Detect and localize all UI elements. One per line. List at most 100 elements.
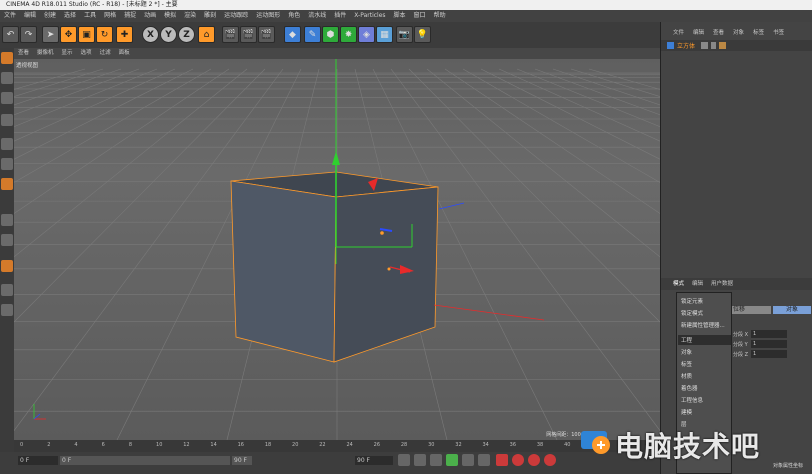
menu-item[interactable]: 工具 <box>84 12 96 19</box>
texture-mode-icon[interactable] <box>1 92 13 104</box>
end-frame-field[interactable]: 90 F <box>355 456 393 465</box>
layer-icon[interactable] <box>701 42 708 49</box>
preview-end-field[interactable]: 90 F <box>232 456 252 465</box>
object-manager-menu-item[interactable]: 书签 <box>773 30 784 36</box>
menu-item[interactable]: 运动跟踪 <box>224 12 248 19</box>
attribute-tab[interactable]: 编辑 <box>692 281 703 287</box>
phong-tag-icon[interactable] <box>719 42 726 49</box>
object-manager-menu-item[interactable]: 文件 <box>673 30 684 36</box>
axis-y-icon[interactable]: Y <box>160 26 177 43</box>
model-mode-icon[interactable] <box>1 72 13 84</box>
context-menu-item[interactable]: 材质 <box>681 372 692 380</box>
points-mode-icon[interactable] <box>1 138 13 150</box>
camera-icon[interactable]: 📷 <box>396 26 413 43</box>
rotate-tool-icon[interactable]: ↻ <box>96 26 113 43</box>
context-menu-item[interactable]: 对象 <box>681 348 692 356</box>
visibility-dots-icon[interactable] <box>711 42 716 49</box>
previous-key-icon[interactable] <box>414 454 426 466</box>
play-icon[interactable] <box>446 454 458 466</box>
coordinate-system-icon[interactable]: ⌂ <box>198 26 215 43</box>
render-view-icon[interactable]: 🎬 <box>222 26 239 43</box>
tweak-mode-icon[interactable] <box>1 234 13 246</box>
keyframe-selection-icon[interactable] <box>528 454 540 466</box>
render-settings-icon[interactable]: 🎬 <box>258 26 275 43</box>
autokey-icon[interactable] <box>512 454 524 466</box>
viewport-menu-item[interactable]: 过滤 <box>100 50 111 56</box>
menu-item[interactable]: 渲染 <box>184 12 196 19</box>
menu-item[interactable]: 插件 <box>334 12 346 19</box>
deformer-icon[interactable]: ◈ <box>358 26 375 43</box>
menu-item[interactable]: 运动图形 <box>256 12 280 19</box>
context-menu-item[interactable]: 锁定元素 <box>681 297 703 305</box>
light-icon[interactable]: 💡 <box>414 26 431 43</box>
menu-item[interactable]: 文件 <box>4 12 16 19</box>
viewport-menu-item[interactable]: 显示 <box>62 50 73 56</box>
axis-z-icon[interactable]: Z <box>178 26 195 43</box>
help-icon[interactable] <box>544 454 556 466</box>
segment-value-field[interactable]: 1 <box>751 340 787 348</box>
previous-frame-icon[interactable] <box>430 454 442 466</box>
context-menu-item[interactable]: 建模 <box>681 408 692 416</box>
subdivision-icon[interactable]: ⬢ <box>322 26 339 43</box>
planar-workplane-icon[interactable] <box>1 304 13 316</box>
attr-tab-object[interactable]: 对象 <box>773 306 811 314</box>
preview-range-slider[interactable]: 0 F <box>60 456 230 465</box>
next-frame-icon[interactable] <box>462 454 474 466</box>
object-manager-menu-item[interactable]: 标签 <box>753 30 764 36</box>
menu-item[interactable]: 窗口 <box>414 12 426 19</box>
menu-item[interactable]: 模拟 <box>164 12 176 19</box>
object-manager-menu-item[interactable]: 对象 <box>733 30 744 36</box>
floor-icon[interactable]: ▦ <box>376 26 393 43</box>
timeline-ruler[interactable]: 0246810121416182022242628303234363840424… <box>14 440 660 452</box>
segment-value-field[interactable]: 1 <box>751 330 787 338</box>
context-menu-item[interactable]: 标签 <box>681 360 692 368</box>
make-editable-icon[interactable] <box>1 52 13 64</box>
context-menu-item[interactable]: 新建属性管理器... <box>681 321 725 329</box>
viewport-menu-item[interactable]: 面板 <box>119 50 130 56</box>
polygons-mode-icon[interactable] <box>1 178 13 190</box>
go-to-start-icon[interactable] <box>398 454 410 466</box>
snap-icon[interactable] <box>1 260 13 272</box>
menu-item[interactable]: 捕捉 <box>124 12 136 19</box>
menu-item[interactable]: 脚本 <box>394 12 406 19</box>
pen-spline-icon[interactable]: ✎ <box>304 26 321 43</box>
array-icon[interactable]: ✸ <box>340 26 357 43</box>
menu-item[interactable]: 选择 <box>64 12 76 19</box>
menu-item[interactable]: X-Particles <box>354 12 385 19</box>
edges-mode-icon[interactable] <box>1 158 13 170</box>
menu-item[interactable]: 雕刻 <box>204 12 216 19</box>
attr-tab-coords[interactable]: 位移 <box>729 306 771 314</box>
menu-item[interactable]: 角色 <box>288 12 300 19</box>
context-menu-item[interactable]: 着色器 <box>681 384 698 392</box>
render-picture-viewer-icon[interactable]: 🎬 <box>240 26 257 43</box>
menu-item[interactable]: 动画 <box>144 12 156 19</box>
segment-value-field[interactable]: 1 <box>751 350 787 358</box>
object-row[interactable]: 立方体 <box>661 40 812 51</box>
menu-item[interactable]: 帮助 <box>434 12 446 19</box>
attribute-tab[interactable]: 用户数据 <box>711 281 733 287</box>
axis-x-icon[interactable]: X <box>142 26 159 43</box>
gizmo-y-arrow[interactable] <box>332 151 340 165</box>
lock-workplane-icon[interactable] <box>1 284 13 296</box>
go-to-end-icon[interactable] <box>478 454 490 466</box>
object-manager-menu-item[interactable]: 编辑 <box>693 30 704 36</box>
viewport-menu-item[interactable]: 摄像机 <box>37 50 54 56</box>
create-tool-icon[interactable]: ✚ <box>116 26 133 43</box>
context-menu-item[interactable]: 工程信息 <box>681 396 703 404</box>
record-keys-icon[interactable] <box>496 454 508 466</box>
menu-item[interactable]: 创建 <box>44 12 56 19</box>
workplane-icon[interactable] <box>1 114 13 126</box>
object-manager-menu-item[interactable]: 查看 <box>713 30 724 36</box>
menu-item[interactable]: 编辑 <box>24 12 36 19</box>
enable-axis-icon[interactable] <box>1 214 13 226</box>
menu-item[interactable]: 流水线 <box>308 12 326 19</box>
attribute-tab[interactable]: 模式 <box>673 281 684 287</box>
move-tool-icon[interactable]: ✥ <box>60 26 77 43</box>
redo-icon[interactable]: ↷ <box>20 26 37 43</box>
menu-item[interactable]: 网格 <box>104 12 116 19</box>
perspective-viewport[interactable]: 透视视图 网格间距：100 cm <box>14 59 660 440</box>
viewport-menu-item[interactable]: 查看 <box>18 50 29 56</box>
select-tool-icon[interactable]: ➤ <box>42 26 59 43</box>
context-menu-item[interactable]: 工程 <box>681 336 692 344</box>
scale-tool-icon[interactable]: ▣ <box>78 26 95 43</box>
